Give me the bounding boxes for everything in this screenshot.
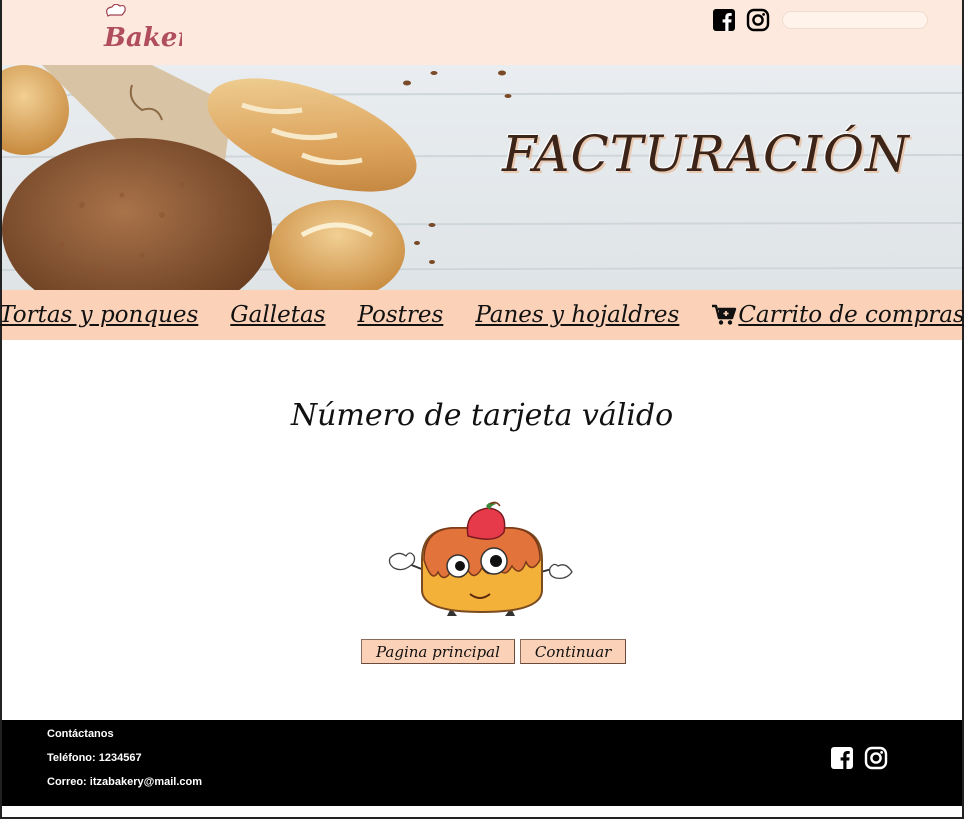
footer-phone: Teléfono: 1234567	[47, 752, 142, 764]
flan-mascot-image	[388, 501, 573, 616]
main-nav: Tortas y ponques Galletas Postres Panes …	[0, 290, 964, 340]
continue-button[interactable]: Continuar	[519, 639, 627, 664]
instagram-icon[interactable]	[746, 8, 770, 32]
search-input[interactable]	[782, 11, 928, 29]
nav-item-tortas[interactable]: Tortas y ponques	[0, 302, 198, 328]
nav-item-label: Galletas	[230, 302, 326, 328]
page-heading: Número de tarjeta válido	[290, 398, 674, 433]
hero-banner: FACTURACIÓN	[2, 65, 962, 290]
footer-email: Correo: itzabakery@mail.com	[47, 776, 202, 788]
nav-item-carrito[interactable]: Carrito de compras	[711, 302, 964, 328]
instagram-icon[interactable]	[864, 746, 888, 770]
nav-item-label: Carrito de compras	[738, 302, 964, 328]
nav-item-galletas[interactable]: Galletas	[230, 302, 325, 328]
logo-text: Bakery	[103, 23, 182, 53]
nav-item-panes[interactable]: Panes y hojaldres	[475, 302, 679, 328]
top-bar: Bakery	[2, 0, 962, 65]
footer: Contáctanos Teléfono: 1234567 Correo: it…	[2, 720, 962, 806]
nav-item-label: Tortas y ponques	[0, 302, 199, 328]
nav-item-label: Postres	[357, 302, 444, 328]
nav-item-postres[interactable]: Postres	[357, 302, 443, 328]
cart-icon	[712, 304, 737, 325]
header-social-icons	[712, 8, 770, 32]
nav-item-label: Panes y hojaldres	[475, 302, 680, 328]
banner-title: FACTURACIÓN	[502, 125, 910, 183]
footer-social-icons	[830, 746, 888, 770]
facebook-icon[interactable]	[712, 8, 736, 32]
footer-contact-title: Contáctanos	[47, 728, 114, 740]
bakery-logo[interactable]: Bakery	[102, 4, 182, 54]
action-buttons: Pagina principal Continuar	[361, 639, 627, 664]
facebook-icon[interactable]	[830, 746, 854, 770]
home-page-button[interactable]: Pagina principal	[361, 639, 515, 664]
